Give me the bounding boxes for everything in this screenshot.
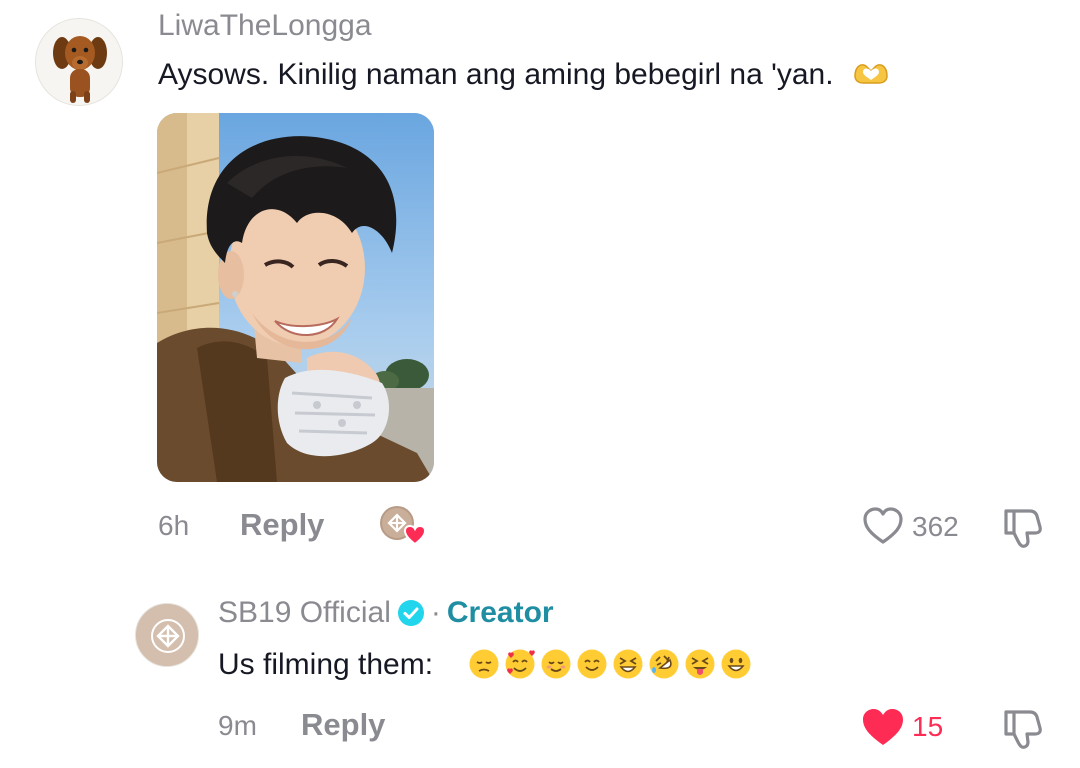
sb19-logo-icon: [136, 604, 198, 666]
grinning-squinting-face-icon: [613, 649, 643, 679]
dislike-button[interactable]: [1000, 505, 1046, 549]
squinting-face-with-tongue-icon: [685, 649, 715, 679]
avatar[interactable]: [35, 18, 123, 106]
like-button[interactable]: [860, 706, 906, 748]
like-button[interactable]: [862, 506, 904, 546]
avatar[interactable]: [135, 603, 199, 667]
comment-text: Aysows. Kinilig naman ang aming bebegirl…: [158, 58, 890, 92]
like-count: 362: [912, 511, 959, 542]
comment-time: 9m: [218, 710, 257, 741]
comment-photo-attachment[interactable]: [157, 113, 434, 482]
heart-filled-icon: [863, 709, 903, 745]
smiling-face-with-hearts-icon: [505, 649, 535, 679]
heart-hands-icon: [854, 64, 888, 84]
reply-button[interactable]: Reply: [301, 707, 385, 743]
separator-dot: ·: [430, 596, 441, 629]
reply-button[interactable]: Reply: [240, 507, 324, 543]
comment-header: SB19 Official · Creator: [218, 596, 554, 630]
comment-text: Us filming them:: [218, 648, 434, 681]
creator-label: Creator: [446, 596, 554, 629]
verified-badge-icon: [397, 600, 424, 626]
pensive-face-icon: [469, 649, 499, 679]
comment-username[interactable]: SB19 Official: [218, 596, 391, 630]
relieved-face-icon: [541, 649, 571, 679]
grinning-face-icon: [721, 649, 751, 679]
photo-person-image: [157, 113, 434, 482]
dachshund-avatar-icon: [36, 19, 122, 105]
comment-text-content: Aysows. Kinilig naman ang aming bebegirl…: [158, 58, 834, 91]
thumbs-down-icon: [1004, 509, 1042, 548]
heart-outline-icon: [863, 507, 903, 544]
dislike-button[interactable]: [1000, 706, 1046, 750]
liked-by-creator-badge[interactable]: [379, 505, 427, 546]
liked-by-creator-icon: [380, 506, 427, 546]
smiling-face-icon: [577, 649, 607, 679]
comment-time: 6h: [158, 510, 190, 541]
comment-username[interactable]: LiwaTheLongga: [158, 9, 372, 43]
rolling-on-floor-laughing-icon: [649, 649, 679, 679]
thumbs-down-icon: [1004, 710, 1042, 749]
emoji-list: [468, 648, 752, 680]
like-count: 15: [912, 711, 944, 742]
